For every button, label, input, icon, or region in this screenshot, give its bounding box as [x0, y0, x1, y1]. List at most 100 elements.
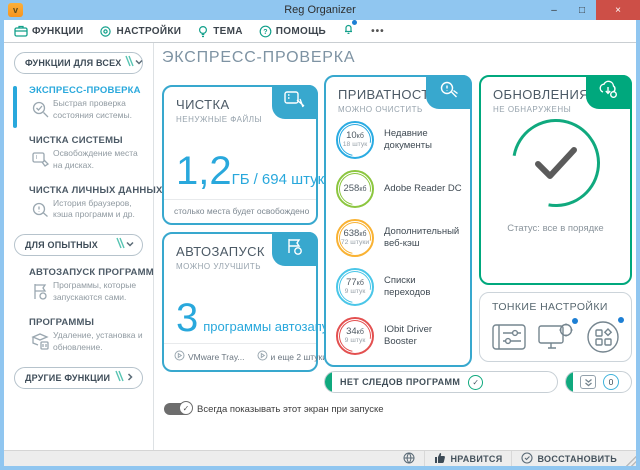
toggle-knob: ✓	[179, 401, 193, 415]
group-label: ДРУГИЕ ФУНКЦИИ	[25, 373, 113, 383]
sidebar-item-title: ПРОГРАММЫ	[29, 317, 143, 328]
big-check-icon	[512, 119, 600, 207]
disk-clean-icon	[283, 90, 307, 115]
privacy-item-label: Дополнительный веб-кэш	[384, 226, 464, 251]
privacy-card[interactable]: ПРИВАТНОСТЬ МОЖНО ОЧИСТИТЬ 10кб 18	[324, 75, 472, 367]
sidebar-item-express-check[interactable]: ЭКСПРЕСС-ПРОВЕРКА Быстрая проверка состо…	[14, 85, 143, 122]
menu-help[interactable]: ? ПОМОЩЬ	[259, 25, 326, 38]
chevron-right-icon	[125, 369, 135, 387]
notification-dot	[352, 20, 357, 25]
stripes-decoration	[122, 54, 134, 72]
sidebar-item-desc: Освобождение места на дисках.	[53, 148, 143, 172]
play-circle-icon	[257, 350, 268, 363]
no-traces-pill[interactable]: НЕТ СЛЕДОВ ПРОГРАММ ✓	[324, 371, 558, 393]
group-label: ФУНКЦИИ ДЛЯ ВСЕХ	[25, 58, 122, 68]
minimize-button[interactable]: –	[540, 0, 568, 20]
reg-organizer-window: v Reg Organizer – □ × ФУНКЦИИ НАСТРОЙКИ	[0, 0, 640, 470]
autorun-card[interactable]: АВТОЗАПУСК МОЖНО УЛУЧШИТЬ 3 программы ав…	[162, 232, 318, 372]
sidebar-item-title: ЭКСПРЕСС-ПРОВЕРКА	[29, 85, 143, 96]
sidebar-group-other[interactable]: ДРУГИЕ ФУНКЦИИ	[14, 367, 143, 389]
sidebar-group-for-all[interactable]: ФУНКЦИИ ДЛЯ ВСЕХ	[14, 52, 143, 74]
restore-icon	[521, 452, 533, 466]
size-ring: 638кб 72 штуки	[336, 219, 374, 257]
notification-dot	[572, 318, 578, 324]
active-indicator	[13, 86, 17, 128]
privacy-item-iobit[interactable]: 34кб 9 штук IObit Driver Booster	[336, 317, 464, 355]
no-traces-label: НЕТ СЛЕДОВ ПРОГРАММ	[340, 377, 460, 387]
sidebar-item-title: ЧИСТКА СИСТЕМЫ	[29, 135, 143, 146]
cleaning-footer: столько места будет освобождено	[164, 199, 316, 223]
programs-icon	[29, 330, 51, 354]
autorun-count: 3	[176, 298, 198, 338]
size-ring: 77кб 9 штук	[336, 268, 374, 306]
gear-icon	[99, 25, 112, 38]
menu-more-button[interactable]: •••	[371, 26, 385, 37]
menu-functions-label: ФУНКЦИИ	[32, 26, 83, 37]
sidebar-item-private-clean[interactable]: ЧИСТКА ЛИЧНЫХ ДАННЫХ История браузеров, …	[14, 185, 143, 222]
menubar: ФУНКЦИИ НАСТРОЙКИ ТЕМА ? ПОМОЩЬ	[4, 20, 636, 43]
ignored-count-badge: 0	[603, 374, 619, 390]
like-label: НРАВИТСЯ	[450, 454, 502, 464]
menu-functions[interactable]: ФУНКЦИИ	[14, 25, 83, 37]
notifications-button[interactable]	[342, 22, 355, 40]
privacy-list: 10кб 18 штук Недавние документы 258кб Ad…	[336, 121, 464, 355]
language-button[interactable]	[394, 451, 424, 466]
tweaks-card[interactable]: ТОНКИЕ НАСТРОЙКИ	[479, 292, 632, 362]
sidebar-item-desc: История браузеров, кэша программ и др.	[53, 198, 143, 222]
updates-card[interactable]: ОБНОВЛЕНИЯ НЕ ОБНАРУЖЕНЫ	[479, 75, 632, 285]
app-logo-icon: v	[8, 3, 23, 17]
status-ring	[512, 119, 600, 207]
resize-grip[interactable]	[626, 456, 636, 466]
close-button[interactable]: ×	[596, 0, 640, 20]
tweaks-card-title: ТОНКИЕ НАСТРОЙКИ	[480, 293, 631, 313]
size-ring: 258кб	[336, 170, 374, 208]
ignored-items-pill[interactable]: 0	[565, 371, 632, 393]
restore-button[interactable]: ВОССТАНОВИТЬ	[511, 451, 626, 466]
updates-status-text: Статус: все в порядке	[481, 223, 630, 234]
sidebar-item-title: ЧИСТКА ЛИЧНЫХ ДАННЫХ	[29, 185, 143, 196]
express-check-icon	[29, 98, 51, 122]
main-panel: ЭКСПРЕСС-ПРОВЕРКА ЧИСТКА НЕНУЖНЫЕ ФАЙЛЫ …	[154, 43, 636, 450]
menu-theme[interactable]: ТЕМА	[197, 25, 243, 38]
privacy-item-recent-docs[interactable]: 10кб 18 штук Недавние документы	[336, 121, 464, 159]
sidebar-item-system-clean[interactable]: ЧИСТКА СИСТЕМЫ Освобождение места на дис…	[14, 135, 143, 172]
restore-label: ВОССТАНОВИТЬ	[537, 454, 617, 464]
tweaks-icons-row	[486, 317, 625, 357]
privacy-item-label: Недавние документы	[384, 128, 464, 153]
chip-label: VMware Tray...	[188, 352, 245, 362]
privacy-item-label: Adobe Reader DC	[384, 183, 462, 195]
help-icon: ?	[259, 25, 272, 38]
startup-toggle[interactable]: ✓	[164, 403, 190, 415]
autorun-chip-vmware[interactable]: VMware Tray...	[174, 350, 245, 363]
sliders-panel-icon[interactable]	[491, 322, 527, 352]
private-clean-icon	[29, 198, 51, 222]
sidebar-item-title: АВТОЗАПУСК ПРОГРАММ	[29, 267, 143, 278]
chevron-down-icon	[125, 236, 135, 254]
startup-toggle-label: Всегда показывать этот экран при запуске	[197, 404, 383, 415]
size-ring: 34кб 9 штук	[336, 317, 374, 355]
autorun-chip-more[interactable]: и еще 2 штуки	[257, 350, 327, 363]
sidebar-item-desc: Удаление, установка и обновление.	[53, 330, 143, 354]
maximize-button[interactable]: □	[568, 0, 596, 20]
sidebar-group-advanced[interactable]: ДЛЯ ОПЫТНЫХ	[14, 234, 143, 256]
green-cap	[324, 371, 332, 393]
briefcase-icon	[14, 25, 28, 37]
like-button[interactable]: НРАВИТСЯ	[424, 451, 511, 466]
monitor-gear-icon[interactable]	[536, 321, 576, 353]
apps-circle-icon[interactable]	[585, 319, 621, 355]
globe-icon	[403, 452, 415, 466]
sidebar: ФУНКЦИИ ДЛЯ ВСЕХ ЭКСПРЕСС-ПРОВЕРКА Быстр…	[4, 43, 154, 450]
sidebar-item-autorun[interactable]: АВТОЗАПУСК ПРОГРАММ Программы, которые з…	[14, 267, 143, 304]
privacy-item-jump-lists[interactable]: 77кб 9 штук Списки переходов	[336, 268, 464, 306]
cloud-download-icon	[597, 80, 621, 105]
statusbar: НРАВИТСЯ ВОССТАНОВИТЬ	[4, 450, 636, 466]
privacy-item-adobe-reader[interactable]: 258кб Adobe Reader DC	[336, 170, 464, 208]
stripes-decoration	[113, 369, 125, 387]
privacy-item-web-cache[interactable]: 638кб 72 штуки Дополнительный веб-кэш	[336, 219, 464, 257]
updates-badge	[586, 75, 632, 109]
svg-text:?: ?	[263, 29, 268, 36]
sweep-icon	[438, 80, 460, 105]
cleaning-card[interactable]: ЧИСТКА НЕНУЖНЫЕ ФАЙЛЫ 1,2ГБ / 694 штуки …	[162, 85, 318, 225]
menu-settings[interactable]: НАСТРОЙКИ	[99, 25, 181, 38]
sidebar-item-programs[interactable]: ПРОГРАММЫ Удаление, установка и обновлен…	[14, 317, 143, 354]
